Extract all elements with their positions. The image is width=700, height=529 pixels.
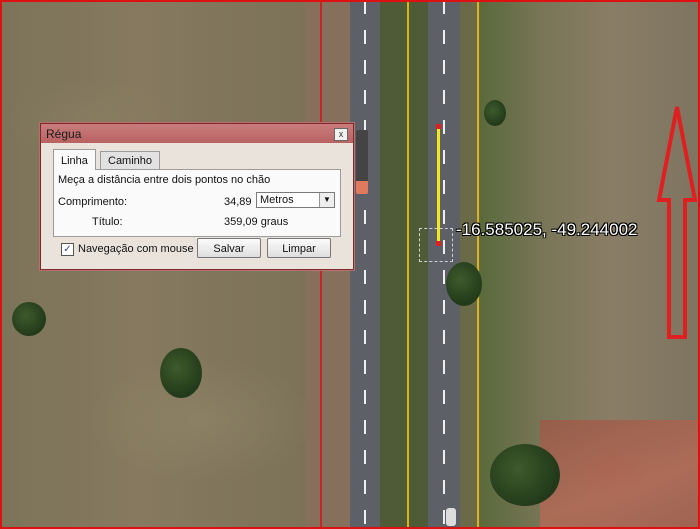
close-button[interactable]: x [334, 128, 348, 141]
road-median [380, 0, 428, 529]
description-text: Meça a distância entre dois pontos no ch… [58, 174, 271, 186]
tree [160, 348, 202, 398]
truck [356, 130, 368, 194]
tab-linha[interactable]: Linha [53, 149, 96, 170]
heading-value: 359,09 graus [224, 216, 289, 228]
lane-marking [364, 0, 366, 529]
guide-line-yellow-right [477, 0, 479, 529]
guide-line-yellow-left [407, 0, 409, 529]
north-arrow-icon [656, 106, 698, 339]
ruler-dialog: Régua x Linha Caminho Meça a distância e… [40, 123, 354, 270]
dialog-titlebar[interactable]: Régua x [41, 124, 353, 143]
tree [484, 100, 506, 126]
dialog-title: Régua [46, 127, 82, 141]
tab-panel-linha: Meça a distância entre dois pontos no ch… [53, 169, 341, 237]
clear-button[interactable]: Limpar [267, 238, 331, 258]
lane-marking [443, 0, 445, 529]
tree [12, 302, 46, 336]
mouse-navigation-label[interactable]: Navegação com mouse [78, 243, 194, 255]
unit-select[interactable]: Metros ▼ [256, 192, 335, 208]
ruler-start-point[interactable] [436, 124, 441, 129]
chevron-down-icon[interactable]: ▼ [319, 193, 334, 207]
ruler-measure-line[interactable] [437, 126, 440, 244]
cursor-target-box [419, 228, 453, 262]
red-soil-patch [540, 420, 700, 529]
car [446, 508, 456, 526]
coordinates-label: -16.585025, -49.244002 [456, 220, 638, 239]
tree [490, 444, 560, 506]
tree [446, 262, 482, 306]
length-label: Comprimento: [58, 196, 128, 208]
mouse-navigation-checkbox[interactable]: ✓ [61, 243, 74, 256]
unit-selected-text: Metros [260, 194, 294, 206]
save-button[interactable]: Salvar [197, 238, 261, 258]
tab-caminho[interactable]: Caminho [100, 151, 161, 170]
length-value: 34,89 [224, 196, 252, 208]
heading-label: Título: [92, 216, 123, 228]
